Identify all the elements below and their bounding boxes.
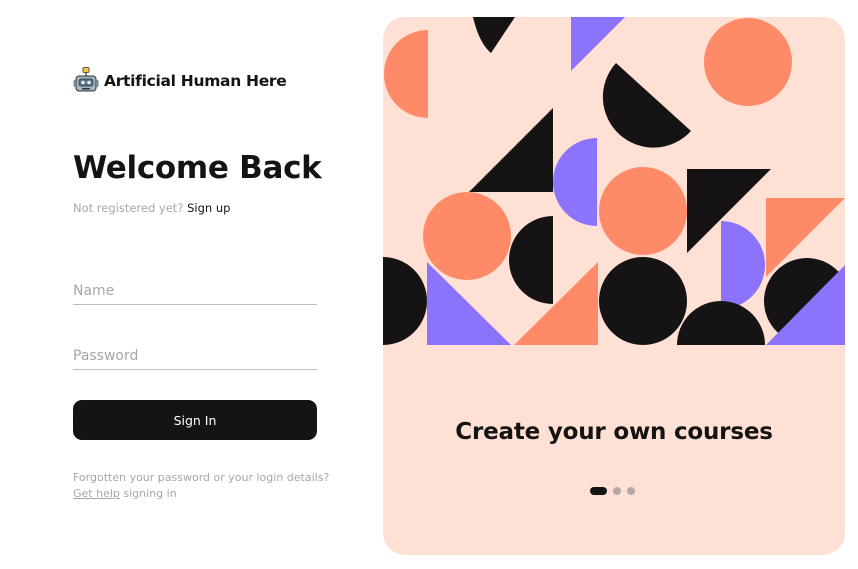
coral-circle — [704, 18, 792, 106]
carousel-dot-3[interactable] — [627, 487, 635, 495]
illustration-panel: Create your own courses — [383, 17, 845, 555]
black-half-circle — [383, 257, 427, 345]
purple-triangle — [571, 17, 625, 71]
black-circle — [599, 257, 687, 345]
name-input[interactable] — [73, 278, 317, 305]
carousel-caption: Create your own courses — [455, 419, 773, 445]
sign-in-button[interactable]: Sign In — [73, 400, 317, 440]
help-text: Forgotten your password or your login de… — [73, 470, 333, 502]
help-text-suffix: signing in — [123, 487, 177, 500]
purple-half-circle — [553, 138, 597, 226]
coral-half-circle — [384, 30, 428, 118]
signup-prompt: Not registered yet? Sign up — [73, 201, 230, 215]
coral-circle — [599, 167, 687, 255]
black-half-circle — [677, 301, 765, 345]
signup-prompt-text: Not registered yet? — [73, 201, 184, 215]
carousel-pagination — [590, 487, 641, 495]
carousel-dot-1[interactable] — [590, 487, 607, 495]
black-half-circle — [602, 63, 691, 148]
password-input[interactable] — [73, 343, 317, 370]
get-help-link[interactable]: Get help — [73, 487, 120, 500]
carousel-dot-2[interactable] — [613, 487, 621, 495]
geometric-illustration — [383, 17, 845, 345]
robot-icon — [73, 67, 99, 92]
coral-circle — [423, 192, 511, 280]
purple-half-circle — [721, 221, 765, 309]
brand-name: Artificial Human Here — [104, 72, 287, 90]
page-title: Welcome Back — [73, 150, 322, 186]
black-triangle — [469, 108, 553, 192]
brand: Artificial Human Here — [73, 67, 287, 95]
signup-link[interactable]: Sign up — [187, 201, 230, 215]
black-half-circle — [509, 216, 553, 304]
help-text-message: Forgotten your password or your login de… — [73, 471, 330, 484]
black-quarter-shape — [473, 17, 515, 53]
